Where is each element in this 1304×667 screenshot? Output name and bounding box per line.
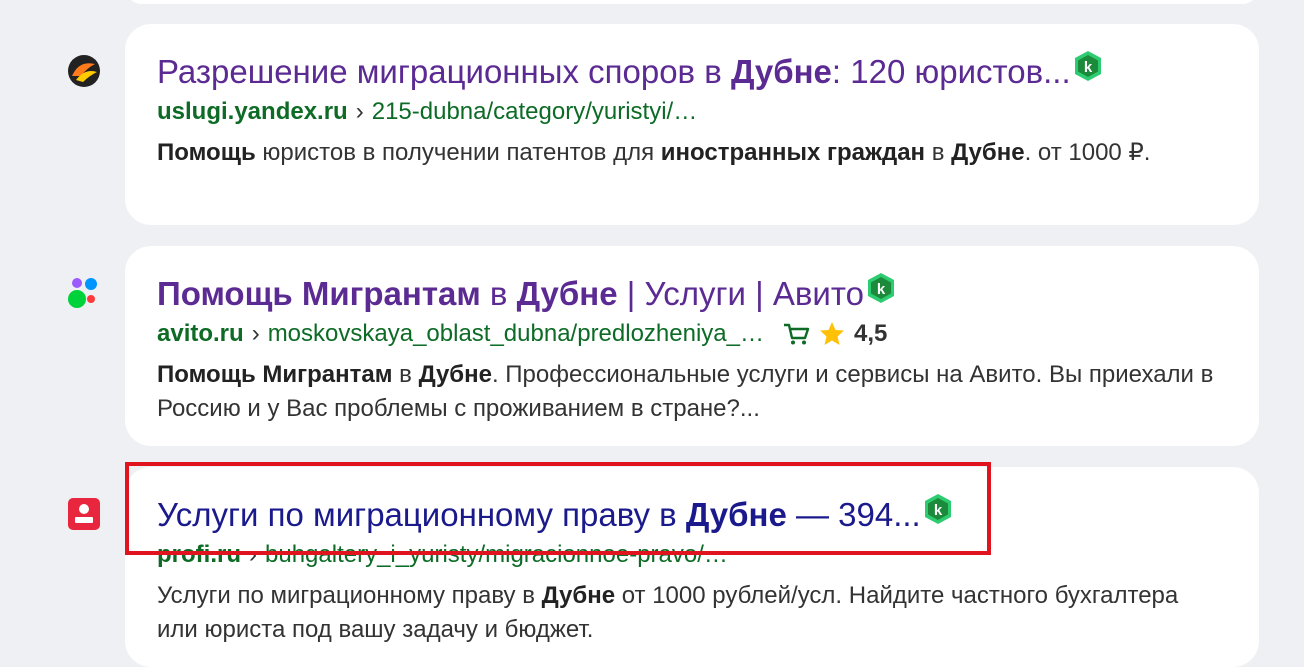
star-icon [820,322,844,345]
svg-text:k: k [877,281,886,298]
result-url[interactable]: uslugi.yandex.ru › 215-dubna/category/yu… [157,98,697,126]
previous-result-card [125,0,1259,4]
result-snippet: Услуги по миграционному праву в Дубне от… [157,582,1179,643]
result-host[interactable]: uslugi.yandex.ru [157,98,348,126]
rating-value: 4,5 [854,320,888,347]
result-title-row: Разрешение миграционных споров в Дубне: … [157,51,1103,92]
result-title-link[interactable]: Помощь Мигрантам в Дубне | Услуги | Авит… [157,274,864,314]
result-url[interactable]: avito.ru › moskovskaya_oblast_dubna/pred… [157,320,887,348]
yandex-uslugi-icon[interactable] [67,54,101,88]
kaspersky-badge-icon: k [867,273,894,303]
search-result-card: Помощь Мигрантам в Дубне | Услуги | Авит… [125,246,1259,446]
result-snippet: Помощь юристов в получении патентов для … [157,139,1151,166]
avito-icon[interactable] [67,276,101,310]
result-path[interactable]: moskovskaya_oblast_dubna/predlozheniya_… [268,320,764,348]
svg-text:k: k [1083,59,1092,76]
result-path[interactable]: 215-dubna/category/yuristyi/… [372,98,698,126]
search-result-card: Разрешение миграционных споров в Дубне: … [125,24,1259,225]
profi-icon[interactable] [67,497,101,531]
cart-icon [784,323,810,345]
result-title-link[interactable]: Разрешение миграционных споров в Дубне: … [157,52,1071,92]
result-snippet: Помощь Мигрантам в Дубне. Профессиональн… [157,361,1214,422]
result-host[interactable]: avito.ru [157,320,244,348]
kaspersky-badge-icon: k [1074,51,1101,81]
highlight-box [125,462,991,555]
breadcrumb-separator: › [355,98,364,125]
breadcrumb-separator: › [251,320,260,347]
result-title-row: Помощь Мигрантам в Дубне | Услуги | Авит… [157,273,896,314]
